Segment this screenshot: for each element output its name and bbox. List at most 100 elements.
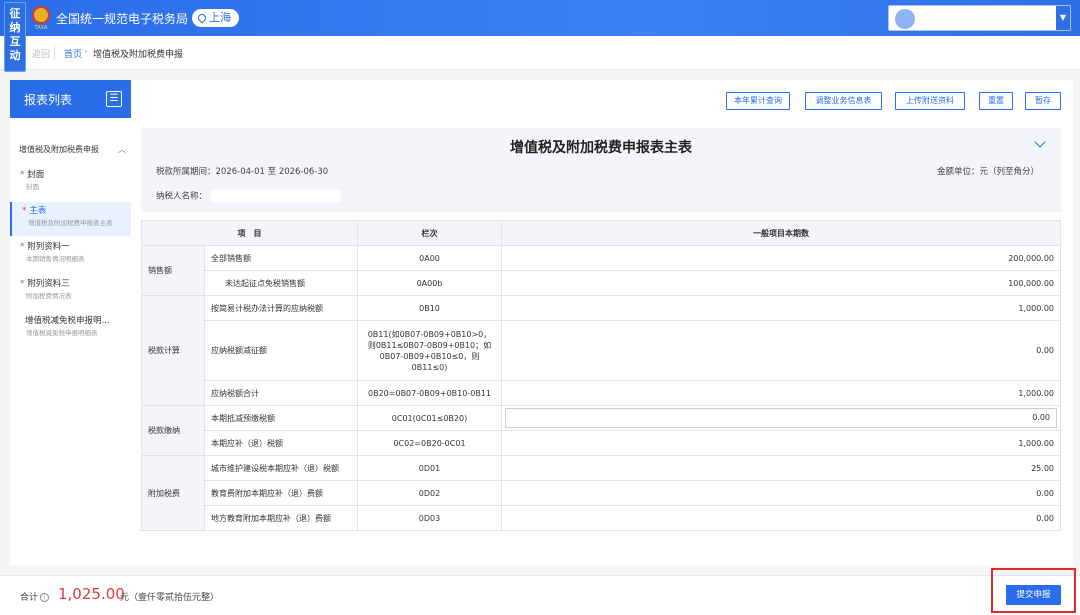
group-label-payment: 税款缴纳 [141, 405, 205, 456]
row-item: 应纳税额减征额 [204, 320, 358, 381]
report-list-sidebar: 报表列表 ☰ 增值税及附加税费申报 ︿ * 封面 封面 * 主表 增值税及附加税费申… [10, 80, 131, 565]
breadcrumb-current: 增值税及附加税费申报 [93, 50, 184, 60]
row-item: 本期应补（退）税额 [204, 430, 358, 456]
interaction-side-tab[interactable]: 征 纳 互 动 [4, 2, 26, 72]
row-item: 未达起征点免税销售额 [204, 270, 358, 296]
tax-emblem-icon [32, 6, 50, 24]
table-row: 税款缴纳 本期抵减预缴税额 0C01(0C01≤0B20) 0.00 [141, 405, 1061, 456]
top-bar: TAXA 全国统一规范电子税务局 上海 ▼ [0, 0, 1080, 36]
row-item: 教育费附加本期应补（退）费额 [204, 480, 358, 506]
info-icon[interactable]: i [40, 593, 50, 602]
row-item: 城市维护建设税本期应补（退）税额 [204, 455, 358, 481]
avatar [895, 9, 915, 29]
row-value: 0.00 [501, 480, 1061, 506]
sidebar-item-label: 附列资料三 [27, 279, 70, 289]
breadcrumb-home-link[interactable]: 首页 [64, 47, 82, 60]
total-label-text: 合计 [20, 593, 39, 603]
sidebar-item-sublabel: 本期销售情况明细表 [26, 255, 85, 263]
sidebar-item-label: 增值税减免税申报明... [25, 316, 110, 326]
declaration-table: 项 目 栏次 一般项目本期数 销售额 全部销售额 0A00 200,000.00… [141, 220, 1061, 531]
sidebar-group-label[interactable]: 增值税及附加税费申报 [19, 144, 99, 155]
side-tag-char: 互 [9, 35, 21, 48]
row-line-code: 0B10 [357, 295, 502, 321]
sidebar-item-label: 附列资料一 [27, 242, 70, 252]
sidebar-item-sublabel: 附加税费情况表 [26, 292, 72, 300]
taxpayer-name: 纳税人名称： [156, 189, 342, 203]
location-pin-icon [196, 12, 208, 24]
required-star: * [20, 242, 25, 252]
row-item: 本期抵减预缴税额 [204, 405, 358, 431]
sidebar-item-cover[interactable]: * 封面 封面 [10, 166, 131, 200]
column-header-value: 一般项目本期数 [501, 220, 1061, 246]
chevron-up-icon[interactable]: ︿ [118, 144, 126, 155]
chevron-down-icon[interactable]: ▼ [1056, 6, 1070, 30]
side-tag-char: 征 [9, 7, 21, 20]
required-star: * [20, 279, 25, 289]
required-star: * [20, 170, 25, 180]
sidebar-item-attachment-1[interactable]: * 附列资料一 本期销售情况明细表 [10, 238, 131, 272]
row-item: 按简易计税办法计算的应纳税额 [204, 295, 358, 321]
group-label-surcharge: 附加税费 [141, 455, 205, 531]
table-row: 未达起征点免税销售额 0A00b 100,000.00 [142, 270, 1061, 296]
table-row: 教育费附加本期应补（退）费额 0D02 0.00 [142, 480, 1061, 506]
sidebar-header: 报表列表 ☰ [10, 80, 131, 118]
total-amount-words: 元（壹仟零贰拾伍元整） [120, 593, 220, 603]
prepaid-deduction-input[interactable]: 0.00 [505, 408, 1057, 428]
back-link[interactable]: 返回 [32, 47, 50, 60]
sidebar-item-sublabel: 封面 [26, 183, 39, 191]
group-label-calc: 税款计算 [141, 295, 205, 406]
total-amount: 1,025.00 [58, 585, 125, 603]
footer-bar: 合计 i 1,025.00 元（壹仟零贰拾伍元整） 提交申报 [0, 568, 1080, 615]
row-line-code: 0B20=0B07-0B09+0B10-0B11 [357, 380, 502, 406]
total-label: 合计 i [20, 590, 51, 603]
tax-period-value: 2026-04-01 至 2026-06-30 [215, 167, 329, 177]
row-value: 25.00 [501, 455, 1061, 481]
sidebar-item-attachment-3[interactable]: * 附列资料三 附加税费情况表 [10, 275, 131, 309]
row-item: 地方教育附加本期应补（退）费额 [204, 505, 358, 531]
annual-query-button[interactable]: 本年累计查询 [726, 92, 790, 110]
row-line-code: 0C01(0C01≤0B20) [357, 405, 502, 431]
upload-attachments-button[interactable]: 上传附送资料 [895, 92, 965, 110]
region-label: 上海 [209, 11, 231, 24]
amount-unit: 金额单位：元（列至角分） [936, 167, 1039, 177]
row-value: 1,000.00 [501, 295, 1061, 321]
row-line-code: 0A00 [357, 245, 502, 271]
sidebar-item-sublabel: 增值税及附加税费申报表主表 [28, 219, 113, 227]
column-header-line: 栏次 [357, 220, 502, 246]
region-selector[interactable]: 上海 [192, 9, 239, 27]
taxpayer-value [211, 189, 342, 203]
row-value: 100,000.00 [501, 270, 1061, 296]
sidebar-item-main-table[interactable]: * 主表 增值税及附加税费申报表主表 [10, 202, 131, 236]
form-header: 增值税及附加税费申报表主表 税款所属期间：2026-04-01 至 2026-0… [141, 128, 1061, 212]
row-item: 应纳税额合计 [204, 380, 358, 406]
sidebar-item-label: 封面 [27, 170, 45, 180]
side-tag-char: 动 [9, 49, 21, 62]
breadcrumb: 返回 首页 › 增值税及附加税费申报 [0, 36, 1080, 70]
tax-period: 税款所属期间：2026-04-01 至 2026-06-30 [156, 165, 328, 177]
user-account-menu[interactable]: ▼ [888, 5, 1071, 31]
row-line-code: 0A00b [357, 270, 502, 296]
submit-declaration-button[interactable]: 提交申报 [1006, 585, 1061, 605]
taxpayer-label: 纳税人名称： [156, 191, 208, 202]
list-menu-icon[interactable]: ☰ [106, 91, 122, 107]
row-value-cell: 0.00 [501, 405, 1061, 431]
side-tag-char: 纳 [9, 21, 21, 34]
sidebar-title: 报表列表 [24, 93, 73, 107]
divider [54, 45, 55, 59]
row-line-code: 0D01 [357, 455, 502, 481]
column-header-item: 项 目 [141, 220, 358, 246]
reset-button[interactable]: 重置 [979, 92, 1013, 110]
required-star: * [22, 206, 27, 216]
table-row: 应纳税额合计 0B20=0B07-0B09+0B10-0B11 1,000.00 [142, 380, 1061, 406]
table-row: 销售额 全部销售额 0A00 200,000.00 [141, 245, 1061, 296]
row-value: 200,000.00 [501, 245, 1061, 271]
save-draft-button[interactable]: 暂存 [1025, 92, 1061, 110]
sidebar-item-vat-reduction[interactable]: 增值税减免税申报明... 增值税减免税申报明细表 [10, 312, 131, 346]
table-row: 本期应补（退）税额 0C02=0B20-0C01 1,000.00 [142, 430, 1061, 456]
row-value: 1,000.00 [501, 430, 1061, 456]
adjust-info-button[interactable]: 调整业务信息表 [805, 92, 882, 110]
table-row: 应纳税额减征额 0B11(如0B07-0B09+0B10>0，则0B11≤0B0… [142, 320, 1061, 381]
row-value: 0.00 [501, 505, 1061, 531]
emblem-text: TAXA [34, 25, 48, 31]
breadcrumb-separator: › [84, 47, 88, 57]
